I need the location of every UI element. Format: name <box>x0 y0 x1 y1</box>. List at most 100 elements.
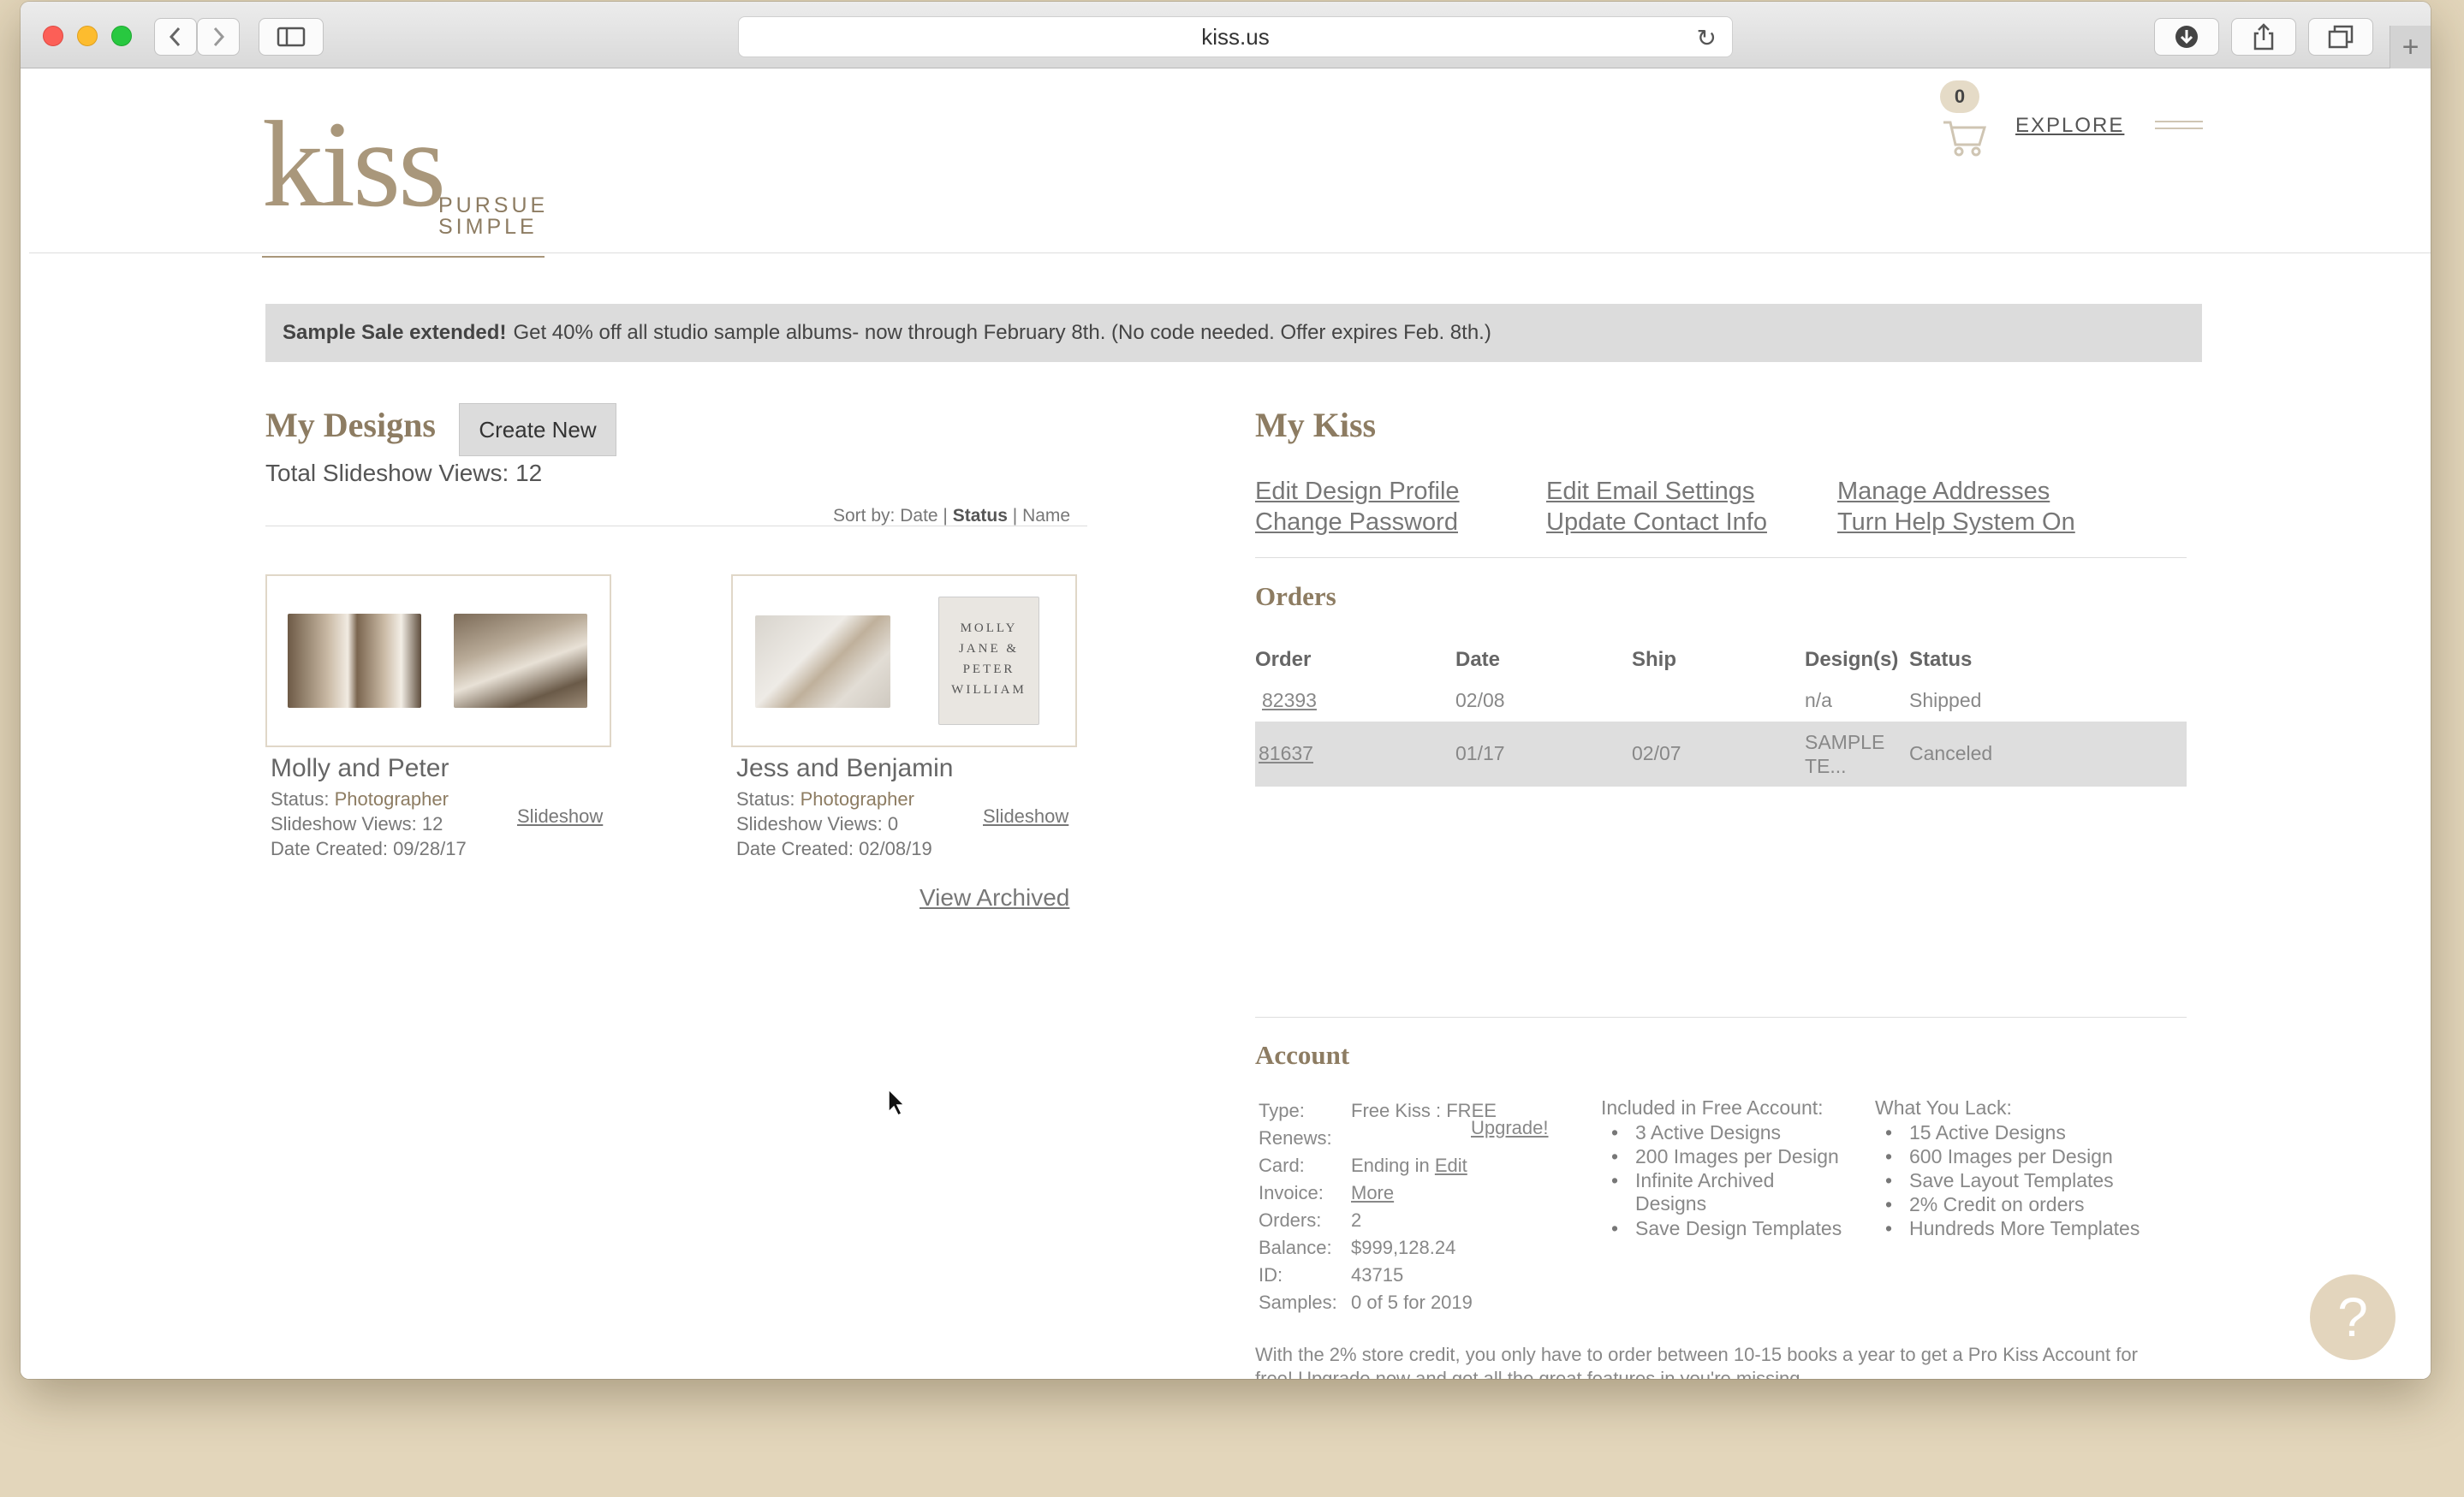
order-date: 02/08 <box>1455 689 1505 711</box>
design-thumbnail[interactable]: MOLLY JANE & PETER WILLIAM <box>731 574 1077 747</box>
banner-headline: Sample Sale extended! <box>283 321 507 344</box>
edit-email-settings-link[interactable]: Edit Email Settings <box>1546 478 1754 506</box>
cart-count-badge: 0 <box>1940 80 1979 113</box>
explore-link[interactable]: EXPLORE <box>2015 114 2124 138</box>
browser-toolbar: kiss.us ↻ + <box>21 2 2431 68</box>
design-status: Status: Photographer <box>271 787 467 811</box>
total-slideshow-views: Total Slideshow Views: 12 <box>265 460 543 486</box>
my-kiss-divider <box>1255 557 2187 558</box>
design-title[interactable]: Molly and Peter <box>271 754 449 783</box>
orders-col-order: Order <box>1255 648 1312 671</box>
account-samples: 0 of 5 for 2019 <box>1351 1292 1473 1313</box>
design-meta: Status: Photographer Slideshow Views: 12… <box>271 787 467 861</box>
order-number-link[interactable]: 82393 <box>1262 689 1317 712</box>
account-card: Ending in Edit <box>1351 1155 1467 1177</box>
sort-label: Sort by: <box>833 506 896 526</box>
status-value: Photographer <box>334 788 449 810</box>
account-label: Balance: <box>1259 1237 1332 1258</box>
help-button[interactable]: ? <box>2310 1274 2396 1360</box>
sort-separator: | <box>1012 506 1018 526</box>
design-thumbnail[interactable] <box>265 574 611 747</box>
invoice-more-link[interactable]: More <box>1351 1182 1394 1204</box>
update-contact-info-link[interactable]: Update Contact Info <box>1546 508 1767 537</box>
account-label: Renews: <box>1259 1127 1332 1149</box>
back-button[interactable] <box>154 18 197 56</box>
forward-button[interactable] <box>197 18 240 56</box>
banner-text: Get 40% off all studio sample albums- no… <box>513 321 1491 344</box>
order-design: SAMPLE TE... <box>1805 731 1885 777</box>
design-views: Slideshow Views: 0 <box>736 813 899 835</box>
kiss-logo[interactable]: kiss PURSUE SIMPLE <box>262 104 553 258</box>
slideshow-link[interactable]: Slideshow <box>983 805 1068 828</box>
edit-design-profile-link[interactable]: Edit Design Profile <box>1255 478 1460 506</box>
order-date: 01/17 <box>1455 742 1505 764</box>
reload-icon[interactable]: ↻ <box>1697 24 1717 52</box>
account-label: Samples: <box>1259 1292 1337 1313</box>
order-status: Canceled <box>1909 742 1993 764</box>
list-item: 200 Images per Design <box>1611 1144 1839 1168</box>
account-label: Invoice: <box>1259 1182 1324 1203</box>
sort-by-status[interactable]: Status <box>953 506 1008 526</box>
url-text: kiss.us <box>1201 23 1270 50</box>
turn-help-system-on-link[interactable]: Turn Help System On <box>1837 508 2075 537</box>
list-item: 600 Images per Design <box>1885 1144 2113 1168</box>
zoom-window-button[interactable] <box>111 26 132 46</box>
sidebar-toggle-button[interactable] <box>259 18 324 56</box>
account-footer-text: With the 2% store credit, you only have … <box>1255 1344 2138 1379</box>
manage-addresses-link[interactable]: Manage Addresses <box>1837 478 2050 506</box>
new-tab-button[interactable]: + <box>2390 26 2431 68</box>
create-new-button[interactable]: Create New <box>459 403 616 456</box>
hamburger-menu-icon[interactable] <box>2155 121 2203 134</box>
design-title[interactable]: Jess and Benjamin <box>736 754 953 783</box>
change-password-link[interactable]: Change Password <box>1255 508 1458 537</box>
card-edit-link[interactable]: Edit <box>1435 1155 1467 1176</box>
list-item: 3 Active Designs <box>1611 1120 1781 1144</box>
status-label: Status: <box>736 788 795 810</box>
account-divider <box>1255 1017 2187 1018</box>
tabs-overview-button[interactable] <box>2308 18 2373 56</box>
downloads-button[interactable] <box>2154 18 2219 56</box>
sidebar-icon <box>277 27 306 47</box>
design-status: Status: Photographer <box>736 787 932 811</box>
slideshow-link[interactable]: Slideshow <box>517 805 603 828</box>
photo-placeholder <box>755 615 890 708</box>
orders-col-date: Date <box>1455 648 1501 671</box>
included-heading: Included in Free Account: <box>1601 1096 1824 1119</box>
sort-by-name[interactable]: Name <box>1022 506 1070 526</box>
close-window-button[interactable] <box>43 26 63 46</box>
card-prefix: Ending in <box>1351 1155 1430 1176</box>
question-mark-icon: ? <box>2337 1286 2368 1348</box>
sort-by-date[interactable]: Date <box>900 506 937 526</box>
upgrade-link[interactable]: Upgrade! <box>1471 1117 1549 1139</box>
sale-banner: Sample Sale extended! Get 40% off all st… <box>265 304 2202 362</box>
account-label: Card: <box>1259 1155 1305 1176</box>
logo-tagline-2: SIMPLE <box>438 215 538 239</box>
design-date: Date Created: 09/28/17 <box>271 838 467 859</box>
chevron-left-icon <box>169 27 181 47</box>
design-meta: Status: Photographer Slideshow Views: 0 … <box>736 787 932 861</box>
list-item: Hundreds More Templates <box>1885 1216 2140 1240</box>
view-archived-link[interactable]: View Archived <box>920 884 1069 912</box>
design-views: Slideshow Views: 12 <box>271 813 443 835</box>
sort-controls: Sort by: Date | Status | Name <box>833 506 1070 526</box>
share-button[interactable] <box>2231 18 2296 56</box>
account-label: Type: <box>1259 1100 1305 1121</box>
chevron-right-icon <box>213 27 225 47</box>
shopping-cart-icon[interactable] <box>1938 110 1990 162</box>
status-label: Status: <box>271 788 330 810</box>
download-icon <box>2175 26 2198 48</box>
list-item: Save Layout Templates <box>1885 1168 2114 1192</box>
mouse-cursor-icon <box>888 1088 906 1117</box>
design-date: Date Created: 02/08/19 <box>736 838 932 859</box>
account-heading: Account <box>1255 1040 1350 1070</box>
minimize-window-button[interactable] <box>77 26 98 46</box>
list-item: 15 Active Designs <box>1885 1120 2066 1144</box>
order-status: Shipped <box>1909 689 1982 711</box>
address-bar[interactable]: kiss.us ↻ <box>738 16 1733 57</box>
account-label: Orders: <box>1259 1209 1322 1231</box>
orders-col-status: Status <box>1909 648 1973 671</box>
order-number-link[interactable]: 81637 <box>1259 742 1313 765</box>
account-balance: $999,128.24 <box>1351 1237 1456 1258</box>
list-item-continued: Designs <box>1635 1192 1707 1215</box>
photo-placeholder <box>288 614 421 708</box>
